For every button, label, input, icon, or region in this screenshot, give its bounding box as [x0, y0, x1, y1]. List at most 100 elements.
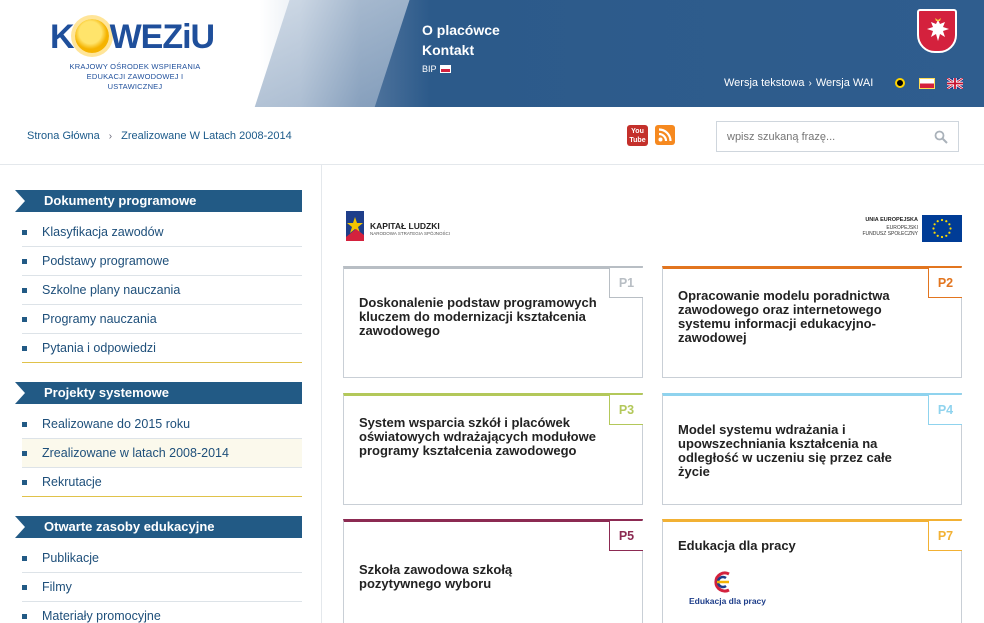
project-title: Opracowanie modelu poradnictwa zawodoweg…: [678, 288, 890, 345]
bullet-icon: [22, 259, 27, 264]
bullet-icon: [22, 288, 27, 293]
breadcrumb-home[interactable]: Strona Główna: [27, 130, 100, 142]
logo-wordmark: K WEZiU: [50, 18, 216, 57]
rss-icon[interactable]: [655, 125, 675, 145]
poland-emblem-icon: [917, 9, 957, 53]
bip-flag-icon: [439, 65, 451, 73]
text-version-link[interactable]: Wersja tekstowa: [724, 77, 805, 89]
sun-icon: [74, 19, 109, 53]
breadcrumb-separator: ›: [108, 131, 113, 142]
sidebar-item-label: Filmy: [42, 580, 72, 594]
sidebar-heading-projekty: Projekty systemowe: [15, 382, 302, 404]
sidebar-heading-zasoby: Otwarte zasoby edukacyjne: [15, 516, 302, 538]
eu-subtitle: EUROPEJSKI FUNDUSZ SPOŁECZNY: [862, 225, 918, 237]
logo-subtitle-line-2: EDUKACJI ZAWODOWEJ I USTAWICZNEJ: [86, 72, 184, 91]
sidebar-item-realizowane[interactable]: Realizowane do 2015 roku: [22, 410, 302, 439]
sidebar-item-klasyfikacja[interactable]: Klasyfikacja zawodów: [22, 218, 302, 247]
edukacja-logo-caption: Edukacja dla pracy: [689, 596, 767, 606]
kapital-ludzki-logo: KAPITAŁ LUDZKI NARODOWA STRATEGIA SPÓJNO…: [344, 209, 454, 245]
search-input[interactable]: [727, 128, 927, 146]
project-card-p2[interactable]: P2 Opracowanie modelu poradnictwa zawodo…: [662, 266, 962, 378]
project-card-p5[interactable]: P5 Szkoła zawodowa szkołą pozytywnego wy…: [343, 519, 643, 623]
site-header: K WEZiU KRAJOWY OŚRODEK WSPIERANIA EDUKAC…: [0, 0, 984, 107]
eu-subtitle-line-2: FUNDUSZ SPOŁECZNY: [862, 231, 918, 237]
sidebar-item-label: Publikacje: [42, 551, 99, 565]
lang-separator: ›: [808, 77, 812, 89]
project-title: Model systemu wdrażania i upowszechniani…: [678, 422, 892, 479]
sidebar-item-materialy[interactable]: Materiały promocyjne: [22, 602, 302, 623]
white-eagle-icon: [927, 18, 949, 41]
nav-kontakt[interactable]: Kontakt: [422, 40, 500, 60]
project-title: System wsparcia szkół i placówek oświato…: [359, 415, 596, 458]
sidebar-item-zrealizowane[interactable]: Zrealizowane w latach 2008-2014: [22, 439, 302, 468]
sidebar-item-label: Klasyfikacja zawodów: [42, 225, 164, 239]
edukacja-dla-pracy-logo: Edukacja dla pracy: [689, 570, 779, 610]
sidebar: Dokumenty programowe Klasyfikacja zawodó…: [0, 165, 322, 623]
top-nav: O placówce Kontakt: [422, 20, 500, 60]
sidebar-item-label: Materiały promocyjne: [42, 609, 161, 623]
search-box: [716, 121, 959, 152]
sidebar-item-rekrutacje[interactable]: Rekrutacje: [22, 468, 302, 497]
kapital-ludzki-icon: [346, 211, 364, 241]
eu-stars-icon: [932, 218, 952, 239]
sidebar-item-label: Szkolne plany nauczania: [42, 283, 181, 297]
eu-title: UNIA EUROPEJSKA: [865, 217, 918, 223]
logo-subtitle: KRAJOWY OŚRODEK WSPIERANIA EDUKACJI ZAWO…: [60, 62, 210, 92]
bip-link[interactable]: BIP: [422, 64, 451, 74]
sidebar-item-label: Rekrutacje: [42, 475, 102, 489]
sidebar-item-pytania[interactable]: Pytania i odpowiedzi: [22, 334, 302, 363]
rss-glyph-icon: [658, 128, 672, 142]
project-title: Szkoła zawodowa szkołą pozytywnego wybor…: [359, 562, 513, 591]
project-card-p1[interactable]: P1 Doskonalenie podstaw programowych klu…: [343, 266, 643, 378]
breadcrumb: Strona Główna › Zrealizowane W Latach 2008…: [27, 130, 292, 142]
bullet-icon: [22, 451, 27, 456]
eu-flag-icon: [922, 215, 962, 242]
bip-label: BIP: [422, 64, 437, 74]
high-contrast-icon[interactable]: [895, 78, 906, 88]
project-card-p4[interactable]: P4 Model systemu wdrażania i upowszechni…: [662, 393, 962, 505]
project-tag: P7: [928, 521, 962, 551]
youtube-text-2: Tube: [629, 137, 646, 144]
english-flag-icon[interactable]: [947, 77, 964, 89]
sidebar-item-label: Realizowane do 2015 roku: [42, 417, 191, 431]
sidebar-item-podstawy[interactable]: Podstawy programowe: [22, 247, 302, 276]
sidebar-item-publikacje[interactable]: Publikacje: [22, 544, 302, 573]
project-tag: P3: [609, 395, 643, 425]
sidebar-item-label: Pytania i odpowiedzi: [42, 341, 156, 355]
logo-letters-rest: WEZiU: [109, 18, 216, 56]
page: K WEZiU KRAJOWY OŚRODEK WSPIERANIA EDUKAC…: [0, 0, 984, 623]
sidebar-item-programy[interactable]: Programy nauczania: [22, 305, 302, 334]
edukacja-swirl-icon: [714, 571, 730, 593]
youtube-icon[interactable]: You Tube: [627, 125, 648, 146]
project-title: Doskonalenie podstaw programowych klucze…: [359, 295, 597, 338]
project-tag: P1: [609, 268, 643, 298]
sidebar-item-filmy[interactable]: Filmy: [22, 573, 302, 602]
nav-o-placowce[interactable]: O placówce: [422, 20, 500, 40]
project-card-p7[interactable]: P7 Edukacja dla pracy Edukacja dla pracy: [662, 519, 962, 623]
logo-letter-k: K: [50, 18, 75, 56]
eu-fund-logo: UNIA EUROPEJSKA EUROPEJSKI FUNDUSZ SPOŁE…: [850, 215, 962, 243]
kapital-ludzki-subtitle: NARODOWA STRATEGIA SPÓJNOŚCI: [370, 231, 451, 236]
breadcrumb-bar: Strona Główna › Zrealizowane W Latach 2008…: [0, 107, 984, 165]
youtube-text-1: You: [631, 128, 644, 135]
koweziu-logo[interactable]: K WEZiU KRAJOWY OŚRODEK WSPIERANIA EDUKAC…: [50, 10, 250, 92]
logo-subtitle-line-1: KRAJOWY OŚRODEK WSPIERANIA: [69, 62, 201, 71]
polish-flag-icon[interactable]: [919, 77, 936, 89]
sidebar-item-label: Zrealizowane w latach 2008-2014: [42, 446, 229, 460]
bullet-icon: [22, 556, 27, 561]
breadcrumb-current[interactable]: Zrealizowane W Latach 2008-2014: [121, 130, 292, 142]
bullet-icon: [22, 480, 27, 485]
search-icon[interactable]: [934, 130, 948, 144]
bullet-icon: [22, 230, 27, 235]
wai-version-link[interactable]: Wersja WAI: [816, 77, 873, 89]
sidebar-item-plany[interactable]: Szkolne plany nauczania: [22, 276, 302, 305]
bullet-icon: [22, 422, 27, 427]
bullet-icon: [22, 346, 27, 351]
language-bar: Wersja tekstowa › Wersja WAI: [724, 75, 964, 91]
bullet-icon: [22, 585, 27, 590]
project-tag: P5: [609, 521, 643, 551]
header-decoration: [244, 0, 416, 107]
sidebar-item-label: Programy nauczania: [42, 312, 157, 326]
project-tag: P2: [928, 268, 962, 298]
project-card-p3[interactable]: P3 System wsparcia szkół i placówek oświ…: [343, 393, 643, 505]
